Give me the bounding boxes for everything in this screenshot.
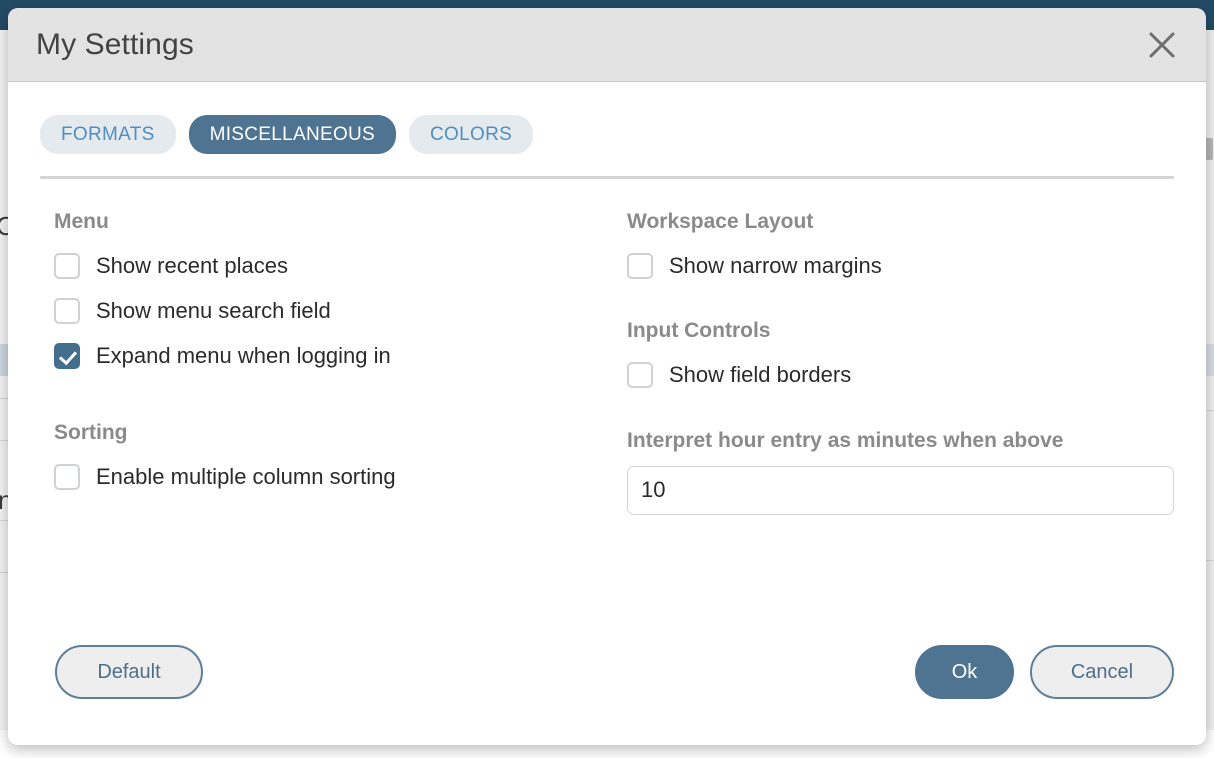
group-input-controls: Input Controls Show field borders — [627, 318, 1174, 397]
setting-show-recent-places[interactable]: Show recent places — [54, 243, 623, 288]
settings-tablist: FORMATS MISCELLANEOUS COLORS — [40, 82, 1174, 154]
tabs-divider — [40, 176, 1174, 179]
label-expand-menu-when-logging-in: Expand menu when logging in — [96, 343, 391, 369]
setting-show-field-borders[interactable]: Show field borders — [627, 353, 1174, 398]
close-icon[interactable] — [1140, 23, 1184, 67]
label-show-field-borders: Show field borders — [669, 362, 851, 388]
group-sorting: Sorting Enable multiple column sorting — [54, 420, 623, 499]
footer-actions: Ok Cancel — [915, 645, 1174, 699]
group-title-sorting: Sorting — [54, 420, 623, 446]
checkbox-show-menu-search-field[interactable] — [54, 298, 80, 324]
setting-expand-menu-when-logging-in[interactable]: Expand menu when logging in — [54, 333, 623, 378]
hour-entry-threshold-input[interactable] — [627, 466, 1174, 515]
label-show-narrow-margins: Show narrow margins — [669, 253, 882, 279]
group-title-workspace-layout: Workspace Layout — [627, 209, 1174, 235]
default-button[interactable]: Default — [55, 645, 203, 699]
cancel-button[interactable]: Cancel — [1030, 645, 1174, 699]
tab-formats[interactable]: FORMATS — [40, 115, 176, 154]
label-enable-multiple-column-sorting: Enable multiple column sorting — [96, 464, 396, 490]
dialog-body: FORMATS MISCELLANEOUS COLORS Menu Show r… — [8, 82, 1206, 745]
label-show-recent-places: Show recent places — [96, 253, 288, 279]
label-interpret-hour-entry: Interpret hour entry as minutes when abo… — [627, 428, 1107, 454]
group-title-menu: Menu — [54, 209, 623, 235]
ok-button[interactable]: Ok — [915, 645, 1014, 699]
checkbox-enable-multiple-column-sorting[interactable] — [54, 464, 80, 490]
group-workspace-layout: Workspace Layout Show narrow margins — [627, 209, 1174, 288]
group-title-input-controls: Input Controls — [627, 318, 1174, 344]
group-menu: Menu Show recent places Show menu search… — [54, 209, 623, 378]
dialog-header: My Settings — [8, 8, 1206, 82]
page-root: C s n N My Settings FORMATS MISCELLANEOU… — [0, 0, 1214, 758]
setting-show-narrow-margins[interactable]: Show narrow margins — [627, 243, 1174, 288]
setting-show-menu-search-field[interactable]: Show menu search field — [54, 288, 623, 333]
settings-grid: Menu Show recent places Show menu search… — [40, 209, 1174, 545]
checkbox-show-narrow-margins[interactable] — [627, 253, 653, 279]
settings-column-right: Workspace Layout Show narrow margins Inp… — [623, 209, 1174, 545]
page-title: My Settings — [36, 28, 194, 62]
checkbox-show-field-borders[interactable] — [627, 362, 653, 388]
checkbox-show-recent-places[interactable] — [54, 253, 80, 279]
setting-enable-multiple-column-sorting[interactable]: Enable multiple column sorting — [54, 455, 623, 500]
checkbox-expand-menu-when-logging-in[interactable] — [54, 343, 80, 369]
dialog-footer: Default Ok Cancel — [40, 645, 1174, 699]
my-settings-dialog: My Settings FORMATS MISCELLANEOUS COLORS — [8, 8, 1206, 745]
tab-colors[interactable]: COLORS — [409, 115, 533, 154]
settings-column-left: Menu Show recent places Show menu search… — [40, 209, 623, 545]
tab-miscellaneous[interactable]: MISCELLANEOUS — [189, 115, 396, 154]
group-hour-entry: Interpret hour entry as minutes when abo… — [627, 428, 1174, 515]
label-show-menu-search-field: Show menu search field — [96, 298, 331, 324]
